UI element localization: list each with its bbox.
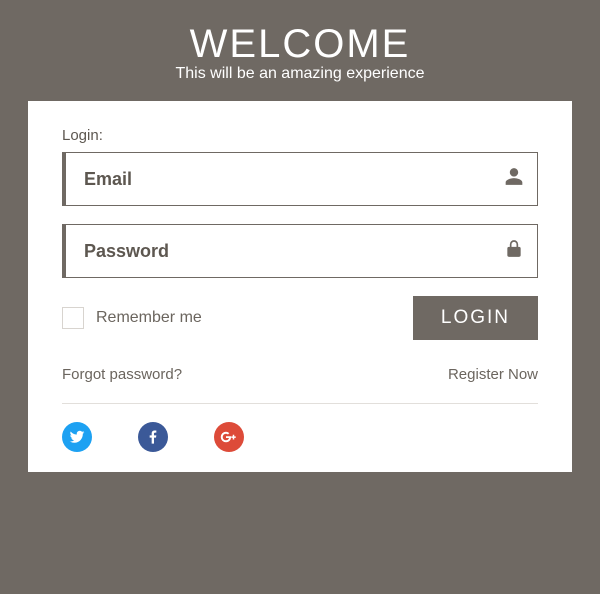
facebook-icon[interactable] [138, 422, 168, 452]
password-field[interactable] [62, 224, 538, 278]
login-card: Login: Remember me LOGIN Forgot password… [28, 101, 572, 472]
social-row [62, 422, 538, 452]
user-icon [504, 167, 524, 192]
login-label: Login: [62, 127, 538, 144]
remember-checkbox[interactable] [62, 307, 84, 329]
email-input-wrap [62, 152, 538, 206]
register-link[interactable]: Register Now [448, 366, 538, 383]
remember-label: Remember me [96, 309, 202, 327]
login-button[interactable]: LOGIN [413, 296, 538, 340]
welcome-title: WELCOME [175, 22, 424, 67]
header: WELCOME This will be an amazing experien… [175, 0, 424, 101]
forgot-password-link[interactable]: Forgot password? [62, 366, 182, 383]
twitter-icon[interactable] [62, 422, 92, 452]
password-input-wrap [62, 224, 538, 278]
remember-me[interactable]: Remember me [62, 307, 202, 329]
links-row: Forgot password? Register Now [62, 366, 538, 404]
email-field[interactable] [62, 152, 538, 206]
welcome-subtitle: This will be an amazing experience [175, 65, 424, 83]
lock-icon [504, 239, 524, 264]
options-row: Remember me LOGIN [62, 296, 538, 340]
google-plus-icon[interactable] [214, 422, 244, 452]
